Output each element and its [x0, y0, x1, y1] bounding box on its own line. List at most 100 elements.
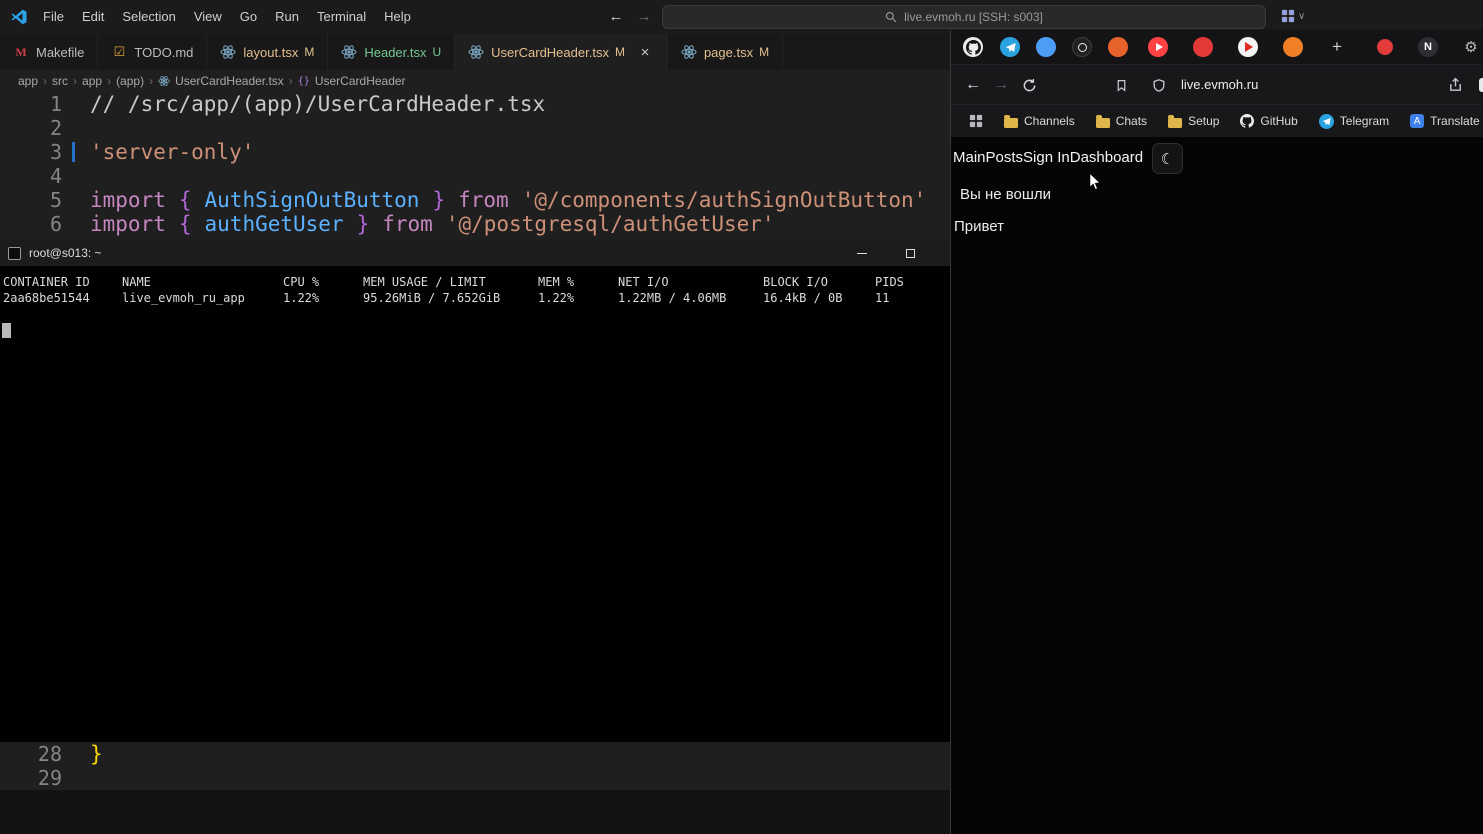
- breadcrumb-item[interactable]: UserCardHeader.tsx: [175, 74, 284, 88]
- pinned-tabs-bar: + N ⚙: [951, 30, 1483, 64]
- bookmark-label: Telegram: [1339, 114, 1390, 128]
- code-line: 1 // /src/app/(app)/UserCardHeader.tsx: [0, 92, 950, 116]
- terminal-app-icon: [8, 246, 21, 260]
- tab-makefile[interactable]: M Makefile: [0, 34, 99, 70]
- bookmark-translate[interactable]: A Translate: [1410, 114, 1480, 128]
- code-string: '@/postgresql/authGetUser': [445, 212, 775, 236]
- terminal-output[interactable]: CONTAINER ID NAME CPU % MEM USAGE / LIMI…: [0, 266, 950, 742]
- git-status-badge: M: [304, 45, 315, 59]
- bookmark-label: Chats: [1115, 114, 1148, 128]
- symbol-icon: {}: [297, 75, 310, 87]
- tab-label: layout.tsx: [243, 44, 299, 60]
- pinned-tab-red-icon[interactable]: [1193, 37, 1213, 57]
- history-forward-icon[interactable]: →: [632, 0, 656, 34]
- line-number: 29: [37, 766, 62, 790]
- tab-layout-tsx[interactable]: layout.tsx M: [207, 34, 329, 70]
- breadcrumb: app › src › app › (app) › UserCardHeader…: [0, 70, 950, 92]
- tab-todo-md[interactable]: ☑ TODO.md: [98, 34, 208, 70]
- browser-window: + N ⚙ ← → live.evmoh.ru Channels Chats S…: [950, 30, 1483, 834]
- folder-icon: [1095, 114, 1110, 128]
- code-brace: {: [178, 212, 192, 236]
- new-tab-button[interactable]: +: [1327, 37, 1347, 57]
- breadcrumb-item[interactable]: UserCardHeader: [315, 74, 406, 88]
- share-icon[interactable]: [1441, 65, 1469, 105]
- folder-icon: [1168, 114, 1183, 128]
- code-line: 3 'server-only': [0, 140, 950, 164]
- code-directive: 'server-only': [90, 140, 255, 164]
- react-icon: [468, 44, 484, 60]
- page-content: Main Posts Sign In Dashboard ☾ Вы не вош…: [951, 137, 1483, 834]
- nav-signin-link[interactable]: Sign In: [1023, 149, 1070, 166]
- tab-header-tsx[interactable]: Header.tsx U: [328, 34, 456, 70]
- mouse-cursor: [1086, 171, 1104, 192]
- bookmark-telegram[interactable]: Telegram: [1318, 113, 1390, 129]
- pinned-tab-telegram-icon[interactable]: [1000, 37, 1020, 57]
- browser-toolbar: ← → live.evmoh.ru: [951, 64, 1483, 104]
- tab-label: UserCardHeader.tsx: [491, 44, 609, 60]
- settings-gear-icon[interactable]: ⚙: [1461, 37, 1481, 57]
- code-line: 5 import { AuthSignOutButton } from '@/c…: [0, 188, 950, 212]
- react-icon: [220, 44, 236, 60]
- pinned-tab-notion-icon[interactable]: N: [1418, 37, 1438, 57]
- menu-go[interactable]: Go: [231, 6, 266, 28]
- maximize-button[interactable]: [893, 240, 927, 266]
- code-line: 29: [0, 766, 950, 790]
- menu-help[interactable]: Help: [375, 6, 420, 28]
- tab-page-tsx[interactable]: page.tsx M: [667, 34, 784, 70]
- pinned-tab-github-icon[interactable]: [963, 37, 983, 57]
- code-editor[interactable]: 1 // /src/app/(app)/UserCardHeader.tsx 2…: [0, 92, 950, 240]
- bookmark-github[interactable]: GitHub: [1240, 114, 1298, 128]
- browser-forward-icon[interactable]: →: [987, 65, 1015, 105]
- breadcrumb-item[interactable]: src: [52, 74, 68, 88]
- code-identifier: authGetUser: [204, 212, 344, 236]
- bookmark-label: Channels: [1024, 114, 1075, 128]
- command-center-search[interactable]: live.evmoh.ru [SSH: s003]: [662, 5, 1266, 29]
- tab-usercardheader-tsx[interactable]: UserCardHeader.tsx M ×: [455, 34, 668, 70]
- code-keyword: import: [90, 188, 166, 212]
- bookmarks-bar: Channels Chats Setup GitHub Telegram A T…: [951, 104, 1483, 137]
- nav-main-link[interactable]: Main: [953, 149, 986, 166]
- shield-icon[interactable]: [1145, 65, 1173, 105]
- bookmark-folder-channels[interactable]: Channels: [1004, 114, 1075, 128]
- menu-terminal[interactable]: Terminal: [308, 6, 375, 28]
- menu-view[interactable]: View: [185, 6, 231, 28]
- bookmark-icon[interactable]: [1107, 65, 1135, 105]
- minimize-button[interactable]: [845, 240, 879, 266]
- pinned-tab-orange-icon[interactable]: [1108, 37, 1128, 57]
- pinned-tab-blue-icon[interactable]: [1036, 37, 1056, 57]
- menu-file[interactable]: File: [34, 6, 73, 28]
- tab-label: Header.tsx: [364, 44, 427, 60]
- nav-posts-link[interactable]: Posts: [986, 149, 1024, 166]
- breadcrumb-item[interactable]: app: [82, 74, 102, 88]
- bookmark-folder-chats[interactable]: Chats: [1095, 114, 1148, 128]
- browser-back-icon[interactable]: ←: [959, 65, 987, 105]
- breadcrumb-separator: ›: [107, 74, 112, 88]
- apps-grid-icon[interactable]: ∨: [1281, 9, 1305, 23]
- site-nav: Main Posts Sign In Dashboard: [953, 149, 1143, 166]
- pinned-tab-openai-icon[interactable]: [1072, 37, 1092, 57]
- theme-toggle-button[interactable]: ☾: [1152, 143, 1183, 174]
- pinned-tab-youtube-icon[interactable]: [1238, 37, 1258, 57]
- react-icon: [158, 75, 170, 87]
- bookmark-label: Setup: [1188, 114, 1220, 128]
- breadcrumb-item[interactable]: (app): [116, 74, 144, 88]
- pinned-tab-red-dot-icon[interactable]: [1377, 39, 1393, 55]
- pinned-tab-orange2-icon[interactable]: [1283, 37, 1303, 57]
- menu-edit[interactable]: Edit: [73, 6, 113, 28]
- nav-dashboard-link[interactable]: Dashboard: [1070, 149, 1143, 166]
- pinned-tab-youtube-music-icon[interactable]: [1148, 37, 1168, 57]
- menu-run[interactable]: Run: [266, 6, 308, 28]
- code-editor-bottom[interactable]: 28 } 29: [0, 742, 950, 790]
- breadcrumb-item[interactable]: app: [18, 74, 38, 88]
- history-back-icon[interactable]: ←: [604, 0, 628, 34]
- bookmark-folder-setup[interactable]: Setup: [1168, 114, 1219, 128]
- menu-selection[interactable]: Selection: [113, 6, 184, 28]
- vscode-logo-icon: [11, 9, 27, 25]
- tab-label: page.tsx: [703, 44, 754, 60]
- speed-dial-grid-icon[interactable]: [969, 114, 983, 128]
- terminal-title-bar[interactable]: root@s013: ~: [0, 240, 950, 266]
- url-field[interactable]: live.evmoh.ru: [1181, 65, 1258, 105]
- reload-icon[interactable]: [1015, 65, 1043, 105]
- close-tab-icon[interactable]: ×: [636, 44, 654, 61]
- code-line: 6 import { authGetUser } from '@/postgre…: [0, 212, 950, 236]
